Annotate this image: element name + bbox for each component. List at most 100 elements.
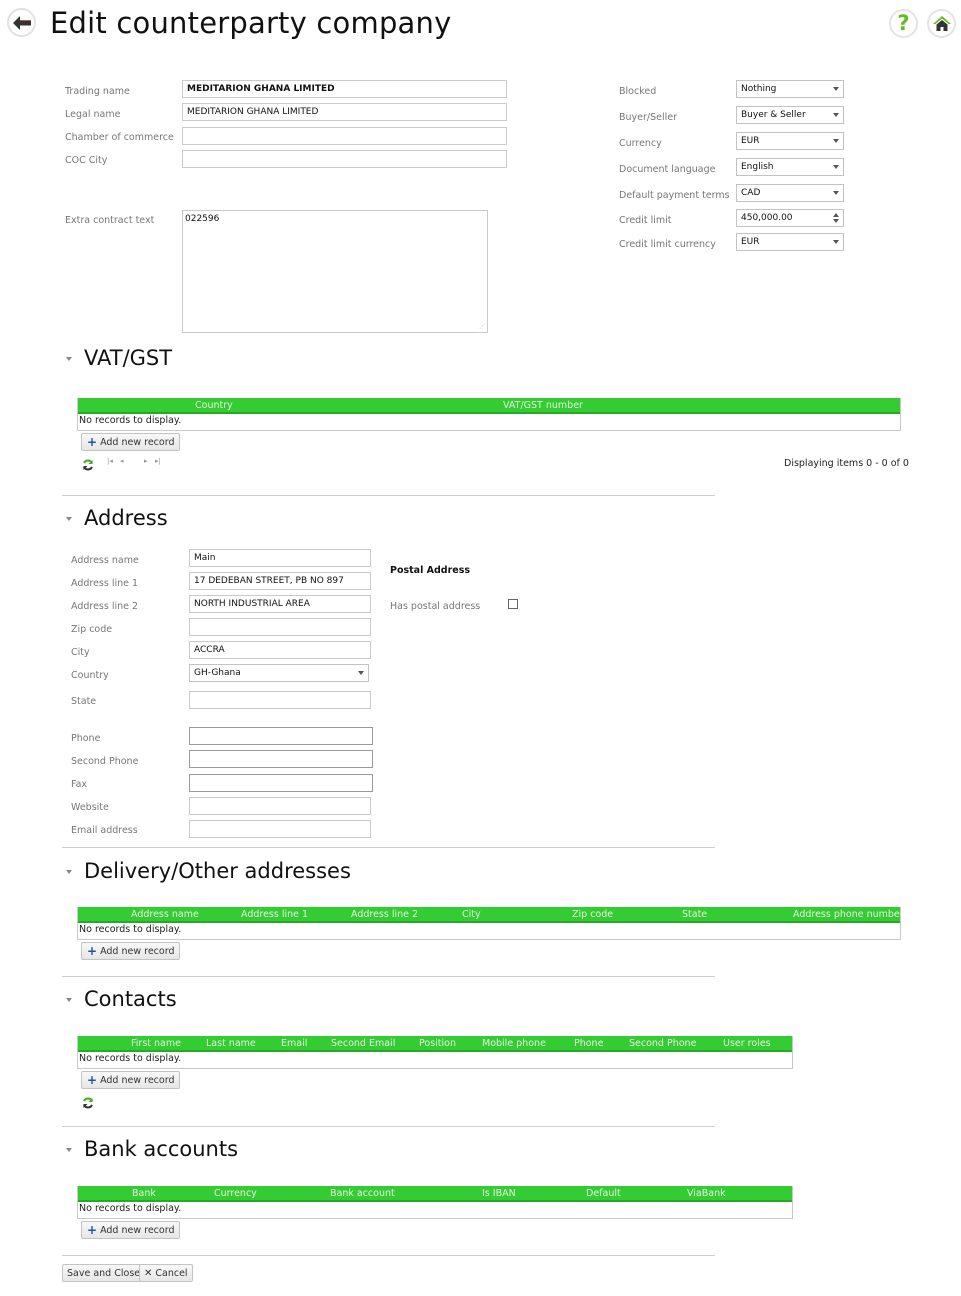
column-header[interactable]: Currency — [214, 1188, 257, 1199]
column-header[interactable]: Bank account — [330, 1188, 395, 1199]
last-page-icon: ▸| — [155, 457, 161, 465]
column-header[interactable]: Second Phone — [629, 1038, 696, 1049]
state-input[interactable] — [189, 691, 371, 709]
chevron-down-icon — [833, 113, 839, 117]
resize-grip-icon[interactable]: ⋰ — [479, 324, 485, 330]
column-header[interactable]: Address name — [131, 909, 199, 920]
column-header[interactable]: Second Email — [331, 1038, 395, 1049]
currency-select[interactable]: EUR — [736, 132, 844, 150]
section-divider — [62, 495, 715, 496]
country-select[interactable]: GH-Ghana — [189, 664, 369, 682]
plus-icon: + — [87, 1073, 98, 1087]
legal-name-input[interactable]: MEDITARION GHANA LIMITED — [182, 103, 507, 121]
address-name-input[interactable]: Main — [189, 549, 371, 567]
delivery-add-record-button[interactable]: + Add new record — [81, 942, 181, 960]
column-header[interactable]: Is IBAN — [482, 1188, 516, 1199]
spin-up-icon[interactable] — [833, 213, 839, 217]
spin-down-icon[interactable] — [833, 219, 839, 223]
second-phone-input[interactable] — [189, 750, 373, 768]
column-header[interactable]: Position — [419, 1038, 456, 1049]
column-header[interactable]: Bank — [132, 1188, 156, 1199]
column-header[interactable]: Address phone number — [793, 909, 904, 920]
coc-city-input[interactable] — [182, 150, 507, 168]
vat-refresh-button[interactable] — [82, 456, 94, 475]
chevron-down-icon — [833, 87, 839, 91]
vat-add-record-button[interactable]: + Add new record — [81, 433, 181, 451]
pager-prev-button[interactable]: ◂ — [120, 457, 124, 465]
credit-limit-currency-value: EUR — [741, 237, 760, 247]
contacts-section-title: Contacts — [84, 987, 177, 1011]
pager-last-button[interactable]: ▸| — [155, 457, 161, 465]
help-button[interactable]: ? — [889, 9, 918, 38]
plus-icon: + — [87, 435, 98, 449]
delivery-collapse-toggle[interactable] — [66, 870, 72, 874]
vat-grid-header: Country VAT/GST number — [78, 398, 900, 414]
document-language-select[interactable]: English — [736, 158, 844, 176]
column-header[interactable]: Country — [195, 400, 233, 411]
address-collapse-toggle[interactable] — [66, 517, 72, 521]
column-header[interactable]: User roles — [723, 1038, 771, 1049]
contacts-add-record-button[interactable]: + Add new record — [81, 1071, 181, 1089]
state-label: State — [71, 696, 97, 707]
blocked-value: Nothing — [741, 84, 777, 94]
contacts-refresh-button[interactable] — [82, 1094, 94, 1113]
chamber-of-commerce-input[interactable] — [182, 127, 507, 145]
plus-icon: + — [87, 1223, 98, 1237]
column-header[interactable]: ViaBank — [687, 1188, 726, 1199]
fax-input[interactable] — [189, 774, 373, 792]
next-page-icon: ▸ — [144, 457, 148, 465]
contacts-collapse-toggle[interactable] — [66, 998, 72, 1002]
bank-collapse-toggle[interactable] — [66, 1148, 72, 1152]
bank-add-record-button[interactable]: + Add new record — [81, 1221, 181, 1239]
chamber-of-commerce-label: Chamber of commerce — [65, 132, 174, 143]
phone-input[interactable] — [189, 727, 373, 745]
section-divider — [62, 847, 715, 848]
back-button[interactable] — [7, 8, 36, 37]
vat-section-title: VAT/GST — [84, 346, 173, 370]
country-value: GH-Ghana — [194, 668, 241, 678]
column-header[interactable]: Default — [586, 1188, 621, 1199]
has-postal-address-label: Has postal address — [390, 601, 481, 612]
credit-limit-input[interactable]: 450,000.00 — [736, 209, 844, 227]
default-payment-terms-select[interactable]: CAD — [736, 184, 844, 202]
column-header[interactable]: Last name — [206, 1038, 256, 1049]
home-button[interactable] — [927, 9, 956, 38]
column-header[interactable]: Email — [281, 1038, 307, 1049]
city-input[interactable]: ACCRA — [189, 641, 371, 659]
email-input[interactable] — [189, 820, 371, 838]
cancel-button[interactable]: ✕ Cancel — [139, 1264, 193, 1282]
refresh-icon — [83, 459, 93, 471]
has-postal-address-checkbox[interactable] — [508, 599, 518, 609]
credit-limit-currency-select[interactable]: EUR — [736, 233, 844, 251]
address-line1-input[interactable]: 17 DEDEBAN STREET, PB NO 897 — [189, 572, 371, 590]
column-header[interactable]: Zip code — [572, 909, 613, 920]
column-header[interactable]: City — [462, 909, 481, 920]
pager-info: Displaying items 0 - 0 of 0 — [784, 458, 909, 469]
column-header[interactable]: VAT/GST number — [503, 400, 583, 411]
column-header[interactable]: Phone — [574, 1038, 603, 1049]
buyer-seller-select[interactable]: Buyer & Seller — [736, 106, 844, 124]
extra-contract-text-label: Extra contract text — [65, 215, 155, 226]
column-header[interactable]: Mobile phone — [482, 1038, 546, 1049]
trading-name-input[interactable]: MEDITARION GHANA LIMITED — [182, 80, 507, 98]
zip-code-input[interactable] — [189, 618, 371, 636]
extra-contract-text-area[interactable]: 022596 ⋰ — [182, 210, 488, 333]
address-line2-input[interactable]: NORTH INDUSTRIAL AREA — [189, 595, 371, 613]
cancel-label: Cancel — [155, 1267, 188, 1279]
vat-grid: Country VAT/GST number No records to dis… — [77, 398, 901, 431]
pager-first-button[interactable]: |◂ — [107, 457, 113, 465]
bank-empty-message: No records to display. — [79, 1203, 182, 1214]
column-header[interactable]: First name — [131, 1038, 181, 1049]
vat-collapse-toggle[interactable] — [66, 357, 72, 361]
save-and-close-button[interactable]: Save and Close — [62, 1264, 146, 1282]
column-header[interactable]: Address line 1 — [241, 909, 308, 920]
column-header[interactable]: State — [682, 909, 707, 920]
pager-next-button[interactable]: ▸ — [144, 457, 148, 465]
blocked-select[interactable]: Nothing — [736, 80, 844, 98]
add-record-label: Add new record — [100, 436, 175, 448]
column-header[interactable]: Address line 2 — [351, 909, 418, 920]
save-label: Save and Close — [67, 1267, 141, 1279]
website-input[interactable] — [189, 797, 371, 815]
default-payment-terms-value: CAD — [741, 188, 761, 198]
blocked-label: Blocked — [619, 86, 657, 97]
